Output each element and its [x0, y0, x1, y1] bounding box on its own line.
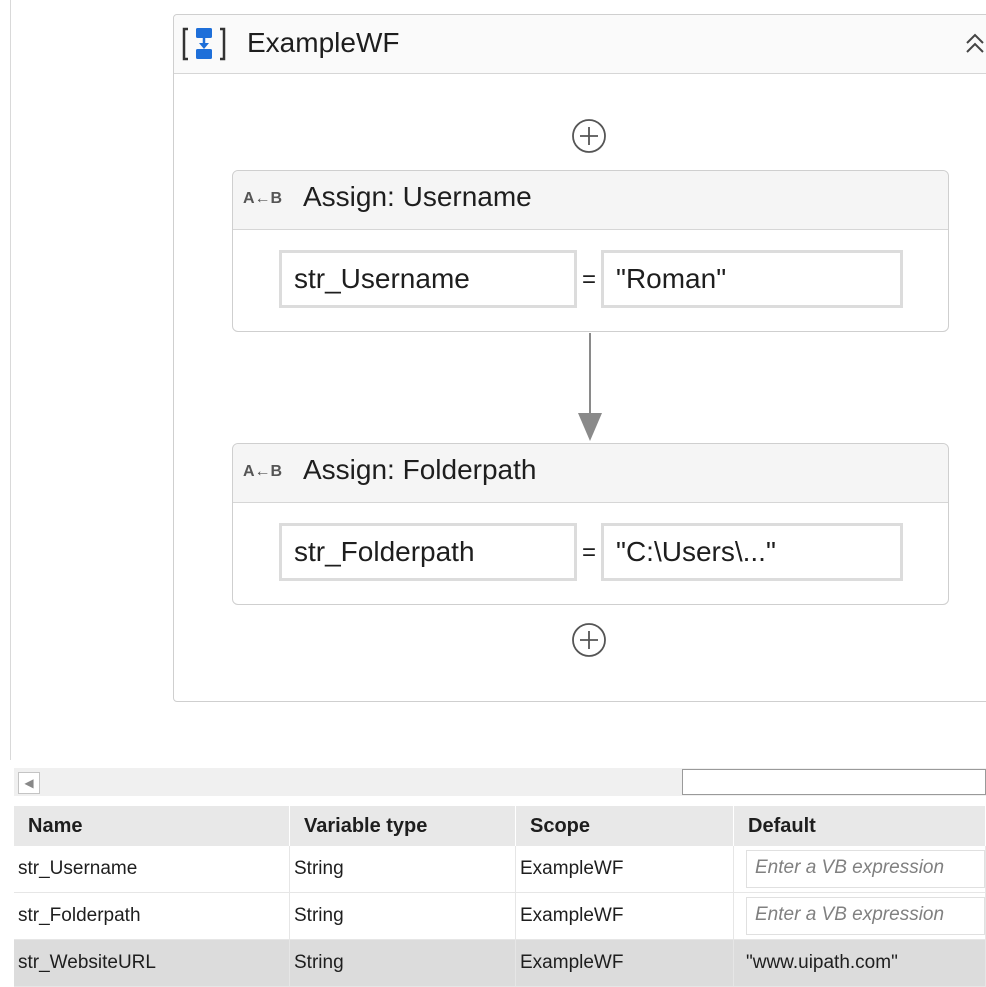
assign-title: Assign: Folderpath: [303, 454, 537, 485]
double-chevron-up-icon[interactable]: [962, 31, 986, 57]
variable-scope[interactable]: ExampleWF: [516, 940, 734, 986]
scroll-left-arrow-icon[interactable]: ◀: [18, 772, 40, 794]
sequence-title: ExampleWF: [247, 27, 400, 58]
plus-circle-icon[interactable]: [571, 622, 607, 658]
variables-panel: Name Variable type Scope Default str_Use…: [14, 806, 986, 987]
variables-header: Name Variable type Scope Default: [14, 806, 986, 846]
variable-type[interactable]: String: [290, 893, 516, 939]
variable-scope[interactable]: ExampleWF: [516, 846, 734, 892]
assign-operator: =: [582, 266, 597, 293]
variable-default-cell[interactable]: Enter a VB expression: [734, 893, 986, 939]
variable-scope[interactable]: ExampleWF: [516, 893, 734, 939]
column-header-scope[interactable]: Scope: [516, 806, 734, 846]
variable-name[interactable]: str_WebsiteURL: [14, 940, 290, 986]
assign-header[interactable]: A←B Assign: Username: [233, 171, 948, 230]
variable-name[interactable]: str_Folderpath: [14, 893, 290, 939]
sequence-icon: [182, 27, 226, 61]
assign-title: Assign: Username: [303, 181, 532, 212]
sequence-header[interactable]: ExampleWF: [174, 15, 986, 74]
variable-type[interactable]: String: [290, 846, 516, 892]
assign-value-field[interactable]: "C:\Users\...": [601, 523, 903, 581]
assign-header[interactable]: A←B Assign: Folderpath: [233, 444, 948, 503]
assign-icon: A←B: [243, 463, 283, 480]
assign-value-field[interactable]: "Roman": [601, 250, 903, 308]
assign-to-field[interactable]: str_Username: [279, 250, 577, 308]
assign-activity-folderpath[interactable]: A←B Assign: Folderpath str_Folderpath = …: [232, 443, 949, 605]
default-expression-input[interactable]: Enter a VB expression: [746, 897, 985, 935]
plus-circle-icon[interactable]: [571, 118, 607, 154]
column-header-default[interactable]: Default: [734, 806, 986, 846]
variable-row-selected[interactable]: str_WebsiteURL String ExampleWF "www.uip…: [14, 940, 986, 987]
flow-arrow-icon: [578, 413, 602, 441]
horizontal-scrollbar[interactable]: ◀: [14, 768, 986, 796]
variable-row[interactable]: str_Folderpath String ExampleWF Enter a …: [14, 893, 986, 940]
assign-activity-username[interactable]: A←B Assign: Username str_Username = "Rom…: [232, 170, 949, 332]
variable-row[interactable]: str_Username String ExampleWF Enter a VB…: [14, 846, 986, 893]
column-header-name[interactable]: Name: [14, 806, 290, 846]
column-header-type[interactable]: Variable type: [290, 806, 516, 846]
scroll-thumb[interactable]: [682, 769, 986, 795]
variable-name[interactable]: str_Username: [14, 846, 290, 892]
flow-connector: [589, 333, 591, 413]
assign-operator: =: [582, 539, 597, 566]
variable-default-value[interactable]: "www.uipath.com": [734, 940, 986, 986]
assign-to-field[interactable]: str_Folderpath: [279, 523, 577, 581]
variable-type[interactable]: String: [290, 940, 516, 986]
left-divider: [10, 0, 11, 760]
assign-icon: A←B: [243, 190, 283, 207]
default-expression-input[interactable]: Enter a VB expression: [746, 850, 985, 888]
variable-default-cell[interactable]: Enter a VB expression: [734, 846, 986, 892]
